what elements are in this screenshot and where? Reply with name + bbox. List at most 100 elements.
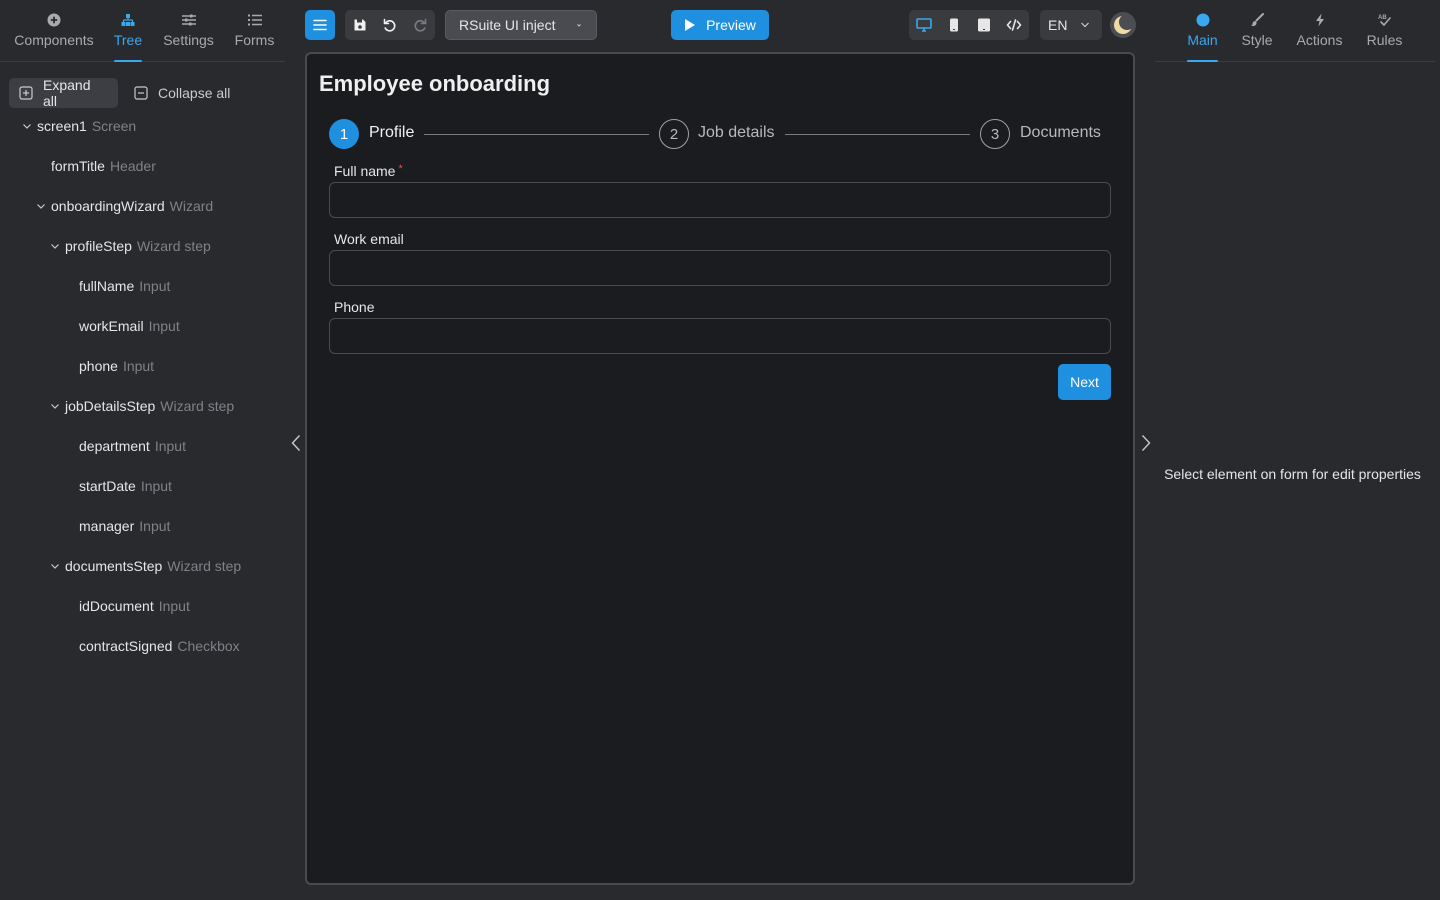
moon-icon xyxy=(1114,15,1133,34)
tab-label: Style xyxy=(1241,32,1273,48)
phone-label: Phone xyxy=(334,299,375,315)
step-1-indicator[interactable]: 1 xyxy=(329,119,359,149)
tree-node-contractSigned[interactable]: contractSigned Checkbox xyxy=(79,635,240,657)
chevron-down-icon[interactable] xyxy=(20,121,34,131)
step-number: 3 xyxy=(990,125,1000,143)
tree-node-name: profileStep xyxy=(65,238,132,254)
tree-node-name: idDocument xyxy=(79,598,154,614)
tree-node-documentsStep[interactable]: documentsStep Wizard step xyxy=(48,555,241,577)
tree-node-type: Input xyxy=(154,438,186,454)
work-email-input[interactable] xyxy=(329,250,1111,286)
properties-empty-hint: Select element on form for edit properti… xyxy=(1164,466,1421,482)
tab-label: Forms xyxy=(234,32,275,48)
tree-node-idDocument[interactable]: idDocument Input xyxy=(79,595,190,617)
step-1-label[interactable]: Profile xyxy=(369,124,414,142)
tree-node-formTitle[interactable]: formTitle Header xyxy=(51,155,156,177)
step-3-indicator[interactable]: 3 xyxy=(980,119,1010,149)
phone-input[interactable] xyxy=(329,318,1111,354)
dot-icon xyxy=(1196,10,1210,30)
step-2-label[interactable]: Job details xyxy=(698,124,775,142)
tab-tree[interactable]: Tree xyxy=(114,10,142,62)
tree-node-phone[interactable]: phone Input xyxy=(79,355,154,377)
language-select[interactable]: EN xyxy=(1040,10,1102,40)
tab-label: Actions xyxy=(1296,32,1343,48)
tab-style[interactable]: Style xyxy=(1241,10,1273,62)
work-email-label: Work email xyxy=(334,231,404,247)
tree-node-name: manager xyxy=(79,518,135,534)
chevron-down-icon[interactable] xyxy=(34,201,48,211)
tab-rules[interactable]: AB Rules xyxy=(1366,10,1403,62)
tree-node-name: screen1 xyxy=(37,118,87,134)
desktop-icon xyxy=(916,18,932,32)
full-name-label: Full name * xyxy=(334,163,403,179)
tree-node-screen1[interactable]: screen1 Screen xyxy=(20,115,136,137)
tree-node-onboardingWizard[interactable]: onboardingWizard Wizard xyxy=(34,195,213,217)
undo-icon xyxy=(383,18,396,32)
desktop-view-button[interactable] xyxy=(909,10,939,40)
tab-main[interactable]: Main xyxy=(1187,10,1218,62)
tree-node-workEmail[interactable]: workEmail Input xyxy=(79,315,180,337)
tab-label: Settings xyxy=(163,32,214,48)
collapse-right-panel-button[interactable] xyxy=(1139,432,1153,454)
collapse-left-panel-button[interactable] xyxy=(289,432,303,454)
chevron-down-icon[interactable] xyxy=(48,241,62,251)
expand-all-button[interactable]: Expand all xyxy=(9,77,118,109)
save-button[interactable] xyxy=(345,10,375,40)
expand-all-label: Expand all xyxy=(43,77,91,109)
code-icon xyxy=(1006,19,1022,31)
redo-icon xyxy=(414,18,427,32)
chevron-down-icon xyxy=(1080,20,1090,30)
step-number: 2 xyxy=(669,125,679,143)
menu-button[interactable] xyxy=(305,10,335,40)
tree-node-type: Header xyxy=(109,158,156,174)
redo-button[interactable] xyxy=(405,10,435,40)
required-mark: * xyxy=(398,163,403,175)
mobile-view-button[interactable] xyxy=(939,10,969,40)
collapse-all-button[interactable]: Collapse all xyxy=(124,78,244,108)
next-button[interactable]: Next xyxy=(1058,364,1111,400)
code-view-button[interactable] xyxy=(999,10,1029,40)
tablet-view-button[interactable] xyxy=(969,10,999,40)
device-toolbar xyxy=(909,10,1029,40)
tree-node-type: Checkbox xyxy=(177,638,240,654)
ui-theme-select[interactable]: RSuite UI inject xyxy=(445,10,597,40)
tree-node-profileStep[interactable]: profileStep Wizard step xyxy=(48,235,211,257)
tree-node-type: Input xyxy=(148,318,180,334)
rules-check-icon: AB xyxy=(1377,10,1393,30)
tree-node-type: Wizard xyxy=(169,198,214,214)
tree-node-department[interactable]: department Input xyxy=(79,435,186,457)
full-name-input[interactable] xyxy=(329,182,1111,218)
undo-button[interactable] xyxy=(375,10,405,40)
theme-toggle-button[interactable] xyxy=(1110,12,1136,38)
tree-node-name: jobDetailsStep xyxy=(65,398,156,414)
step-2-indicator[interactable]: 2 xyxy=(659,119,689,149)
tab-forms[interactable]: Forms xyxy=(234,10,275,62)
tree-node-type: Wizard step xyxy=(167,558,242,574)
sliders-icon xyxy=(181,10,197,30)
tree-node-startDate[interactable]: startDate Input xyxy=(79,475,172,497)
tree-node-fullName[interactable]: fullName Input xyxy=(79,275,170,297)
preview-label: Preview xyxy=(706,17,756,33)
plus-circle-icon xyxy=(47,10,61,30)
tree-node-name: formTitle xyxy=(51,158,105,174)
tree-icon xyxy=(121,10,135,30)
form-canvas[interactable]: Employee onboarding 1 Profile 2 Job deta… xyxy=(305,52,1135,885)
chevron-down-icon[interactable] xyxy=(48,401,62,411)
tab-components[interactable]: Components xyxy=(14,10,94,62)
tab-label: Rules xyxy=(1366,32,1403,48)
tab-actions[interactable]: Actions xyxy=(1296,10,1343,62)
tree-node-manager[interactable]: manager Input xyxy=(79,515,170,537)
tree-node-name: documentsStep xyxy=(65,558,163,574)
chevron-down-icon[interactable] xyxy=(48,561,62,571)
tree-node-name: phone xyxy=(79,358,118,374)
tree-node-jobDetailsStep[interactable]: jobDetailsStep Wizard step xyxy=(48,395,234,417)
chevron-left-icon xyxy=(291,435,301,451)
step-connector xyxy=(424,134,649,135)
tab-settings[interactable]: Settings xyxy=(163,10,214,62)
expand-square-icon xyxy=(19,86,33,100)
step-3-label[interactable]: Documents xyxy=(1020,124,1101,142)
preview-button[interactable]: Preview xyxy=(671,10,769,40)
form-title[interactable]: Employee onboarding xyxy=(319,71,550,97)
left-panel: Components Tree Settings Forms Expand al… xyxy=(0,0,285,900)
collapse-all-label: Collapse all xyxy=(158,85,231,101)
